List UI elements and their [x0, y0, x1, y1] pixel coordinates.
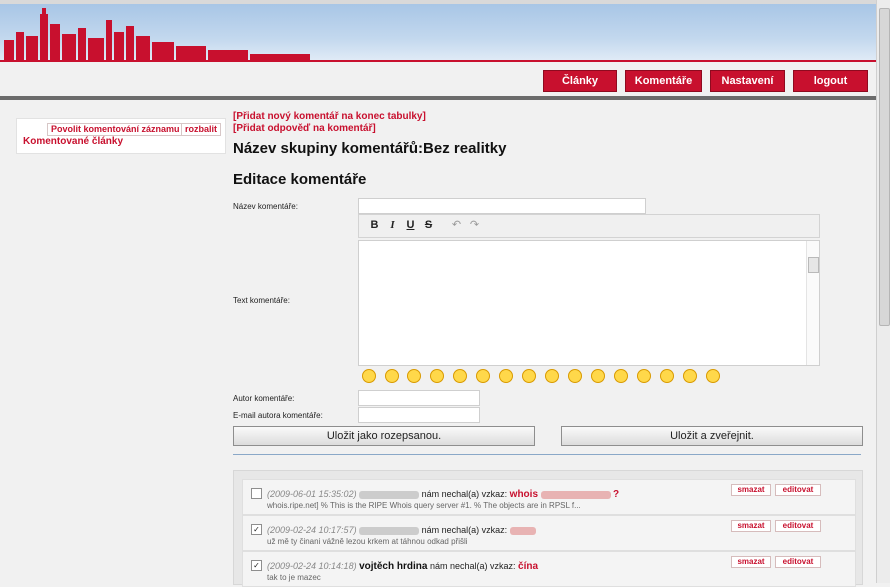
smiley-icon[interactable]	[660, 369, 674, 383]
main-nav: Články Komentáře Nastavení logout	[0, 66, 876, 96]
comment-text-editor[interactable]	[358, 240, 820, 366]
redacted-subject	[540, 490, 611, 499]
group-title: Název skupiny komentářů:Bez realitky	[233, 140, 507, 157]
scrollbar-thumb[interactable]	[879, 8, 890, 326]
sidebar-panel: Povolit komentování záznamu rozbalit Kom…	[16, 118, 226, 154]
comment-verb: nám nechal(a) vzkaz:	[421, 525, 508, 535]
comment-author: vojtěch hrdina	[359, 561, 428, 572]
smiley-icon[interactable]	[476, 369, 490, 383]
smiley-icon[interactable]	[453, 369, 467, 383]
comment-row: (2009-06-01 15:35:02) nám nechal(a) vzka…	[242, 479, 856, 515]
comment-subject-suffix: ?	[613, 489, 620, 500]
comment-checkbox[interactable]: ✓	[251, 560, 262, 571]
strike-button[interactable]: S	[421, 219, 436, 232]
comment-date: (2009-06-01 15:35:02)	[267, 489, 357, 499]
comment-date: (2009-02-24 10:17:57)	[267, 525, 357, 535]
redo-icon[interactable]: ↷	[467, 219, 482, 232]
email-input[interactable]	[358, 407, 480, 423]
comment-subject: whois	[509, 489, 539, 500]
smiley-icon[interactable]	[637, 369, 651, 383]
comments-list: (2009-06-01 15:35:02) nám nechal(a) vzka…	[233, 470, 863, 587]
add-reply-link[interactable]: [Přidat odpověď na komentář]	[233, 123, 376, 134]
undo-icon[interactable]: ↶	[449, 219, 464, 232]
comment-checkbox[interactable]	[251, 488, 262, 499]
smiley-icon[interactable]	[614, 369, 628, 383]
smiley-icon[interactable]	[545, 369, 559, 383]
comment-verb: nám nechal(a) vzkaz:	[421, 489, 508, 499]
comment-meta: (2009-02-24 10:17:57) nám nechal(a) vzka…	[267, 525, 536, 535]
comment-text: tak to je mazec	[267, 573, 321, 582]
page-scrollbar[interactable]	[876, 0, 890, 583]
comment-subject: čína	[518, 561, 539, 572]
expand-button[interactable]: rozbalit	[181, 123, 222, 136]
banner-red-line	[0, 60, 876, 62]
smiley-icon[interactable]	[362, 369, 376, 383]
comment-verb: nám nechal(a) vzkaz:	[429, 561, 516, 571]
smiley-icon[interactable]	[683, 369, 697, 383]
header-banner	[0, 4, 876, 62]
save-draft-button[interactable]: Uložit jako rozepsanou.	[233, 426, 535, 446]
edit-comment-button[interactable]: editovat	[775, 484, 821, 496]
comment-meta: (2009-06-01 15:35:02) nám nechal(a) vzka…	[267, 489, 619, 500]
smiley-icon[interactable]	[706, 369, 720, 383]
comment-text-label: Text komentáře:	[233, 296, 290, 305]
comment-checkbox[interactable]: ✓	[251, 524, 262, 535]
header-divider	[0, 96, 876, 100]
delete-comment-button[interactable]: smazat	[731, 556, 771, 568]
editor-scroll-thumb[interactable]	[808, 257, 819, 273]
author-label: Autor komentáře:	[233, 394, 295, 403]
comment-name-label: Název komentáře:	[233, 202, 298, 211]
redacted-author	[359, 490, 420, 499]
nav-nastaveni-button[interactable]: Nastavení	[710, 70, 785, 92]
comment-meta: (2009-02-24 10:14:18) vojtěch hrdina nám…	[267, 561, 538, 572]
delete-comment-button[interactable]: smazat	[731, 520, 771, 532]
comment-text: už mě ty činani vážně lezou krkem at táh…	[267, 537, 468, 546]
editor-toolbar: B I U S ↶ ↷	[358, 214, 820, 238]
author-input[interactable]	[358, 390, 480, 406]
comment-row: ✓ (2009-02-24 10:14:18) vojtěch hrdina n…	[242, 551, 856, 587]
smiley-icon[interactable]	[591, 369, 605, 383]
smiley-icon[interactable]	[522, 369, 536, 383]
smiley-icon[interactable]	[385, 369, 399, 383]
enable-comments-button[interactable]: Povolit komentování záznamu	[47, 123, 184, 136]
comment-text: whois.ripe.net] % This is the RIPE Whois…	[267, 501, 581, 510]
editor-scrollbar[interactable]	[806, 241, 819, 365]
smiley-icon[interactable]	[407, 369, 421, 383]
delete-comment-button[interactable]: smazat	[731, 484, 771, 496]
email-label: E-mail autora komentáře:	[233, 411, 323, 420]
comment-date: (2009-02-24 10:14:18)	[267, 561, 357, 571]
comment-row: ✓ (2009-02-24 10:17:57) nám nechal(a) vz…	[242, 515, 856, 551]
edit-title: Editace komentáře	[233, 171, 367, 188]
nav-komentare-button[interactable]: Komentáře	[625, 70, 702, 92]
italic-button[interactable]: I	[385, 219, 400, 232]
underline-button[interactable]: U	[403, 219, 418, 232]
smiley-icon[interactable]	[430, 369, 444, 383]
smiley-icon[interactable]	[568, 369, 582, 383]
redacted-author	[359, 526, 420, 535]
nav-logout-button[interactable]: logout	[793, 70, 868, 92]
city-skyline-logo	[4, 8, 310, 60]
redacted-subject	[509, 526, 536, 535]
bold-button[interactable]: B	[367, 219, 382, 232]
form-divider	[233, 454, 861, 455]
smiley-icon[interactable]	[499, 369, 513, 383]
edit-comment-button[interactable]: editovat	[775, 520, 821, 532]
comment-name-input[interactable]	[358, 198, 646, 214]
save-publish-button[interactable]: Uložit a zveřejnit.	[561, 426, 863, 446]
edit-comment-button[interactable]: editovat	[775, 556, 821, 568]
add-comment-link[interactable]: [Přidat nový komentář na konec tabulky]	[233, 111, 426, 122]
commented-articles-link[interactable]: Komentované články	[23, 136, 123, 147]
nav-clanky-button[interactable]: Články	[543, 70, 617, 92]
